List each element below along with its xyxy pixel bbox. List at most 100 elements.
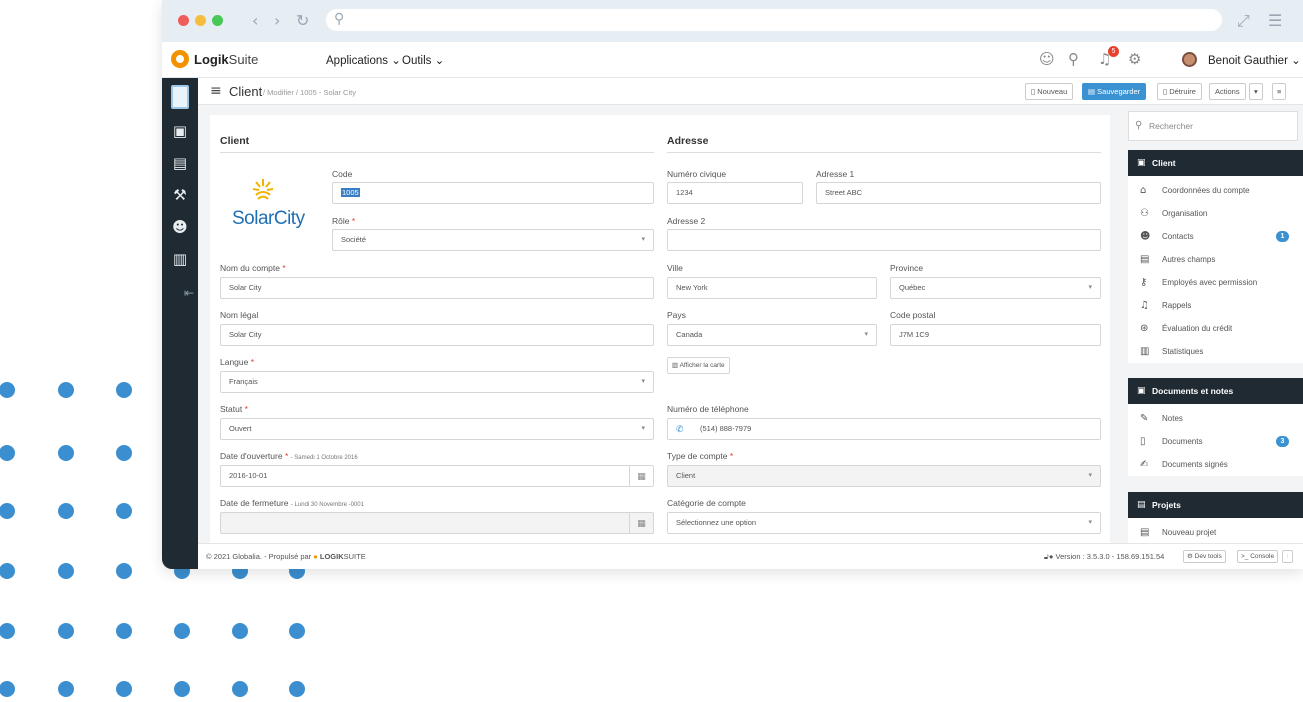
brand-logo[interactable]: LogikSuite xyxy=(194,52,258,67)
menu-icon[interactable]: ☰ xyxy=(1268,11,1282,30)
contact-card-icon[interactable]: ▣ xyxy=(162,122,198,140)
decorative-dot xyxy=(0,623,15,639)
page-title: Client xyxy=(229,84,263,99)
city-input[interactable]: New York xyxy=(667,277,877,299)
reload-icon[interactable]: ↻ xyxy=(296,11,309,30)
address2-input[interactable] xyxy=(667,229,1101,251)
user-icon[interactable]: ☺ xyxy=(1039,50,1055,68)
right-panel: ⚲ Rechercher ▣ Client ⌂ Coordonnées du comp… xyxy=(1124,105,1303,543)
panel-item-rappels[interactable]: ♫ Rappels xyxy=(1128,294,1303,317)
panel-item-label: Contacts xyxy=(1162,232,1194,241)
panel-item-nouveau-projet[interactable]: ▤ Nouveau projet xyxy=(1128,521,1303,543)
docs-panel-header[interactable]: ▣ Documents et notes xyxy=(1128,378,1303,404)
account-type-select[interactable]: Client ▾ xyxy=(667,465,1101,487)
street-number-input[interactable]: 1234 xyxy=(667,182,803,204)
country-select[interactable]: Canada ▾ xyxy=(667,324,877,346)
language-select[interactable]: Français ▾ xyxy=(220,371,654,393)
decorative-dot xyxy=(58,445,74,461)
panel-item-statistiques[interactable]: ▥ Statistiques xyxy=(1128,340,1303,363)
save-button[interactable]: ▤ Sauvegarder xyxy=(1082,83,1147,100)
panel-item-autres-champs[interactable]: ▤ Autres champs xyxy=(1128,248,1303,271)
panel-search-input[interactable]: ⚲ Rechercher xyxy=(1128,111,1298,141)
settings-icon[interactable]: ⚙ xyxy=(1128,50,1141,68)
show-map-button[interactable]: ▥ Afficher la carte xyxy=(667,357,730,374)
address-bar[interactable]: ⚲ xyxy=(326,9,1222,31)
solarcity-sun-logo xyxy=(252,179,274,200)
collapse-icon[interactable]: ⇤ xyxy=(162,286,198,300)
avatar[interactable] xyxy=(1182,52,1197,67)
decorative-dot xyxy=(0,681,15,697)
legal-name-input[interactable]: Solar City xyxy=(220,324,654,346)
panel-item-label: Évaluation du crédit xyxy=(1162,324,1233,333)
role-select[interactable]: Société ▾ xyxy=(332,229,654,251)
account-name-input[interactable]: Solar City xyxy=(220,277,654,299)
divider xyxy=(220,152,654,153)
search-icon[interactable]: ⚲ xyxy=(1068,50,1079,68)
count-badge: 1 xyxy=(1276,231,1289,242)
menu-outils[interactable]: Outils ⌄ xyxy=(402,53,444,67)
open-date-input[interactable]: 2016-10-01 ▦ xyxy=(220,465,654,487)
panel-item-notes[interactable]: ✎ Notes xyxy=(1128,407,1303,430)
calendar-icon[interactable]: ▦ xyxy=(629,513,653,533)
docs-panel: ▣ Documents et notes ✎ Notes ▯ Documents 3 ✍ Do… xyxy=(1128,378,1303,476)
status-label: Statut * xyxy=(220,404,248,414)
contact-card-icon: ▣ xyxy=(1137,386,1146,396)
actions-button[interactable]: Actions xyxy=(1209,83,1246,100)
forward-icon[interactable]: › xyxy=(274,11,280,30)
main-content: Client Adresse SolarCity Code 1005 Rôle … xyxy=(198,105,1124,543)
divider xyxy=(667,152,1101,153)
org-chart-icon: ⚇ xyxy=(1140,208,1149,219)
scroll-top-button[interactable]: ↑ xyxy=(1282,550,1294,563)
close-dot[interactable] xyxy=(178,15,189,26)
console-button[interactable]: >_ Console xyxy=(1237,550,1279,563)
expand-icon[interactable]: ⤢ xyxy=(1237,11,1250,31)
minimize-dot[interactable] xyxy=(195,15,206,26)
address1-input[interactable]: Street ABC xyxy=(816,182,1101,204)
home-icon: ⌂ xyxy=(1140,185,1147,196)
client-panel-header[interactable]: ▣ Client xyxy=(1128,150,1303,176)
logo-icon xyxy=(171,50,189,68)
panel-item-documents-sign-s[interactable]: ✍ Documents signés xyxy=(1128,453,1303,476)
list-view-button[interactable]: ≡ xyxy=(1272,83,1287,100)
new-button[interactable]: ▯ Nouveau xyxy=(1025,83,1074,100)
browser-window: ‹ › ↻ ⚲ ⤢ ☰ LogikSuite Applications ⌄ Ou… xyxy=(162,0,1303,569)
decorative-dot xyxy=(289,681,305,697)
code-input[interactable]: 1005 xyxy=(332,182,654,204)
projects-panel-header[interactable]: ▤ Projets xyxy=(1128,492,1303,518)
status-select[interactable]: Ouvert ▾ xyxy=(220,418,654,440)
actions-dropdown-button[interactable]: ▾ xyxy=(1249,83,1263,100)
delete-button[interactable]: ▯ Détruire xyxy=(1157,83,1202,100)
people-icon[interactable]: ☻ xyxy=(162,218,198,236)
worker-icon[interactable]: ⚒ xyxy=(162,186,198,204)
browser-chrome: ‹ › ↻ ⚲ ⤢ ☰ xyxy=(162,0,1303,42)
account-name-label: Nom du compte * xyxy=(220,263,286,273)
back-icon[interactable]: ‹ xyxy=(252,11,258,30)
close-date-input[interactable]: ▦ xyxy=(220,512,654,534)
briefcase-icon[interactable]: ▤ xyxy=(162,154,198,172)
decorative-dot xyxy=(0,445,15,461)
breadcrumb[interactable]: / Modifier / 1005 - Solar City xyxy=(263,88,356,97)
panel-item--valuation-du-cr-dit[interactable]: ⊛ Évaluation du crédit xyxy=(1128,317,1303,340)
menu-applications[interactable]: Applications ⌄ xyxy=(326,53,401,67)
postal-code-input[interactable]: J7M 1C9 xyxy=(890,324,1101,346)
user-menu[interactable]: Benoit Gauthier ⌄ xyxy=(1208,53,1301,67)
phone-input[interactable]: ✆ (514) 888-7979 xyxy=(667,418,1101,440)
app-topbar: LogikSuite Applications ⌄ Outils ⌄ ☺ ⚲ ♫… xyxy=(162,42,1303,78)
panel-item-organisation[interactable]: ⚇ Organisation xyxy=(1128,202,1303,225)
dev-tools-button[interactable]: ⚙ Dev tools xyxy=(1183,550,1226,563)
people-icon: ☻ xyxy=(1140,231,1151,242)
company-logo-text: SolarCity xyxy=(232,208,305,229)
panel-item-contacts[interactable]: ☻ Contacts 1 xyxy=(1128,225,1303,248)
account-category-select[interactable]: Sélectionnez une option ▾ xyxy=(667,512,1101,534)
language-label: Langue * xyxy=(220,357,255,367)
hamburger-icon[interactable]: ≡ xyxy=(210,83,222,99)
province-select[interactable]: Québec ▾ xyxy=(890,277,1101,299)
analytics-icon[interactable]: ▥ xyxy=(162,250,198,268)
calendar-icon[interactable]: ▦ xyxy=(629,466,653,486)
panel-item-coordonn-es-du-compte[interactable]: ⌂ Coordonnées du compte xyxy=(1128,179,1303,202)
panel-item-employ-s-avec-permission[interactable]: ⚷ Employés avec permission xyxy=(1128,271,1303,294)
home-app-icon[interactable] xyxy=(171,85,189,109)
maximize-dot[interactable] xyxy=(212,15,223,26)
bell-icon: ♫ xyxy=(1140,300,1149,311)
panel-item-documents[interactable]: ▯ Documents 3 xyxy=(1128,430,1303,453)
